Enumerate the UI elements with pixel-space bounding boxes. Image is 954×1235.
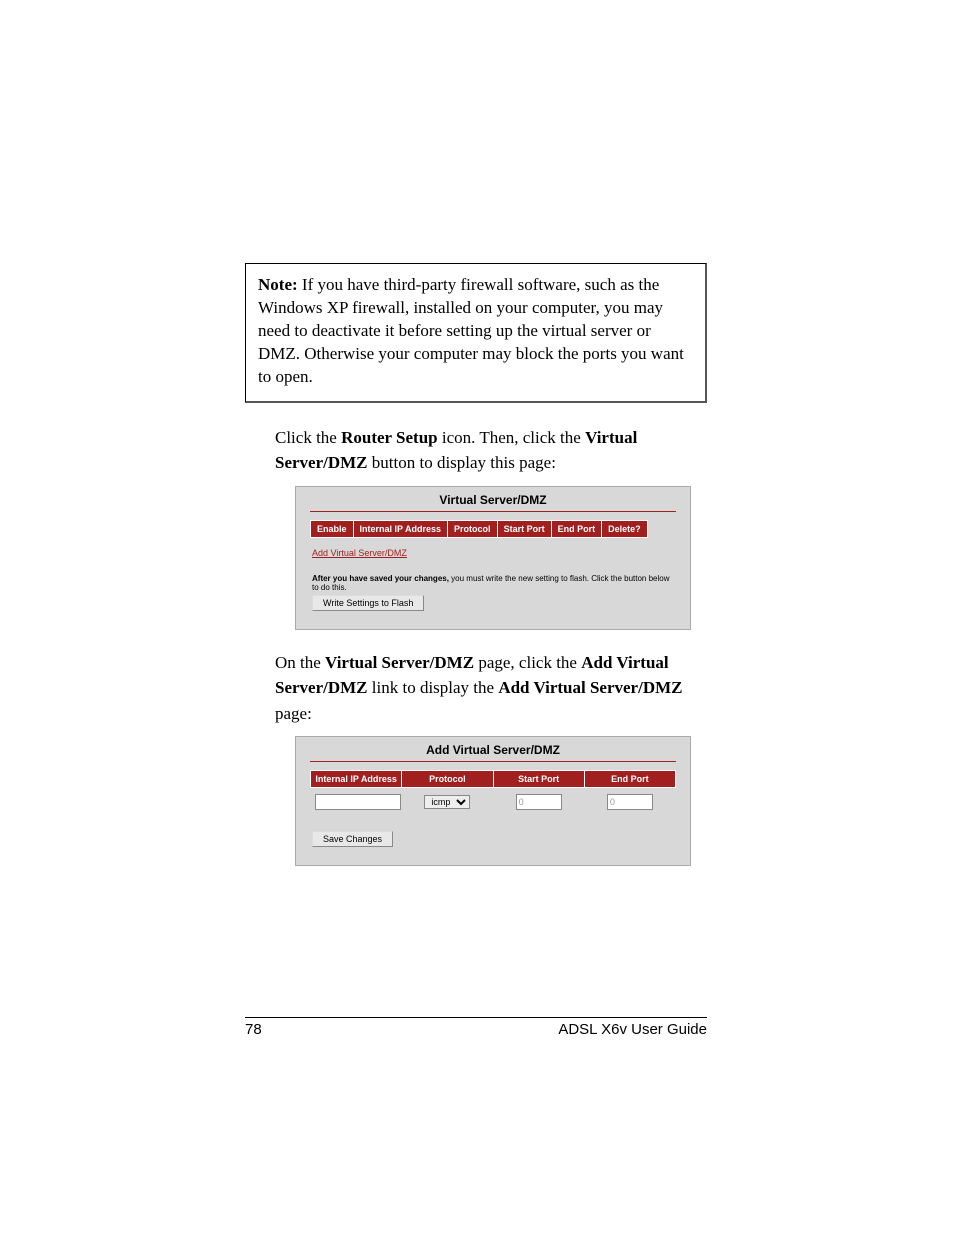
page-footer: 78 ADSL X6v User Guide: [245, 1017, 707, 1038]
panel-divider: [310, 511, 676, 512]
instruction-paragraph-2: On the Virtual Server/DMZ page, click th…: [275, 650, 707, 727]
end-port-input[interactable]: [607, 794, 653, 810]
col2-start-port: Start Port: [493, 771, 584, 788]
col2-end-port: End Port: [584, 771, 675, 788]
write-settings-button[interactable]: Write Settings to Flash: [312, 595, 424, 611]
note-text: If you have third-party firewall softwar…: [258, 275, 684, 386]
table-row: icmp: [311, 788, 676, 815]
col-delete: Delete?: [602, 520, 648, 537]
add-virtual-server-link[interactable]: Add Virtual Server/DMZ: [312, 548, 674, 558]
col-protocol: Protocol: [448, 520, 498, 537]
page-number: 78: [245, 1021, 262, 1038]
col-start-port: Start Port: [497, 520, 551, 537]
instruction-paragraph-1: Click the Router Setup icon. Then, click…: [275, 425, 707, 476]
flash-instruction: After you have saved your changes, you m…: [312, 574, 674, 611]
panel-title: Virtual Server/DMZ: [296, 487, 690, 511]
note-label: Note:: [258, 275, 298, 294]
note-box: Note: If you have third-party firewall s…: [245, 263, 707, 403]
col2-protocol: Protocol: [402, 771, 493, 788]
add-virtual-server-table: Internal IP Address Protocol Start Port …: [310, 770, 676, 814]
save-changes-button[interactable]: Save Changes: [312, 831, 393, 847]
panel2-title: Add Virtual Server/DMZ: [296, 737, 690, 761]
col2-internal-ip: Internal IP Address: [311, 771, 402, 788]
add-virtual-server-panel: Add Virtual Server/DMZ Internal IP Addre…: [295, 736, 691, 866]
virtual-server-table: Enable Internal IP Address Protocol Star…: [310, 520, 648, 538]
start-port-input[interactable]: [516, 794, 562, 810]
col-enable: Enable: [311, 520, 354, 537]
col-end-port: End Port: [551, 520, 602, 537]
protocol-select[interactable]: icmp: [424, 795, 470, 809]
virtual-server-panel: Virtual Server/DMZ Enable Internal IP Ad…: [295, 486, 691, 630]
col-internal-ip: Internal IP Address: [353, 520, 448, 537]
internal-ip-input[interactable]: [315, 794, 401, 810]
panel2-divider: [310, 761, 676, 762]
guide-title: ADSL X6v User Guide: [558, 1021, 707, 1038]
router-setup-bold: Router Setup: [341, 428, 438, 447]
